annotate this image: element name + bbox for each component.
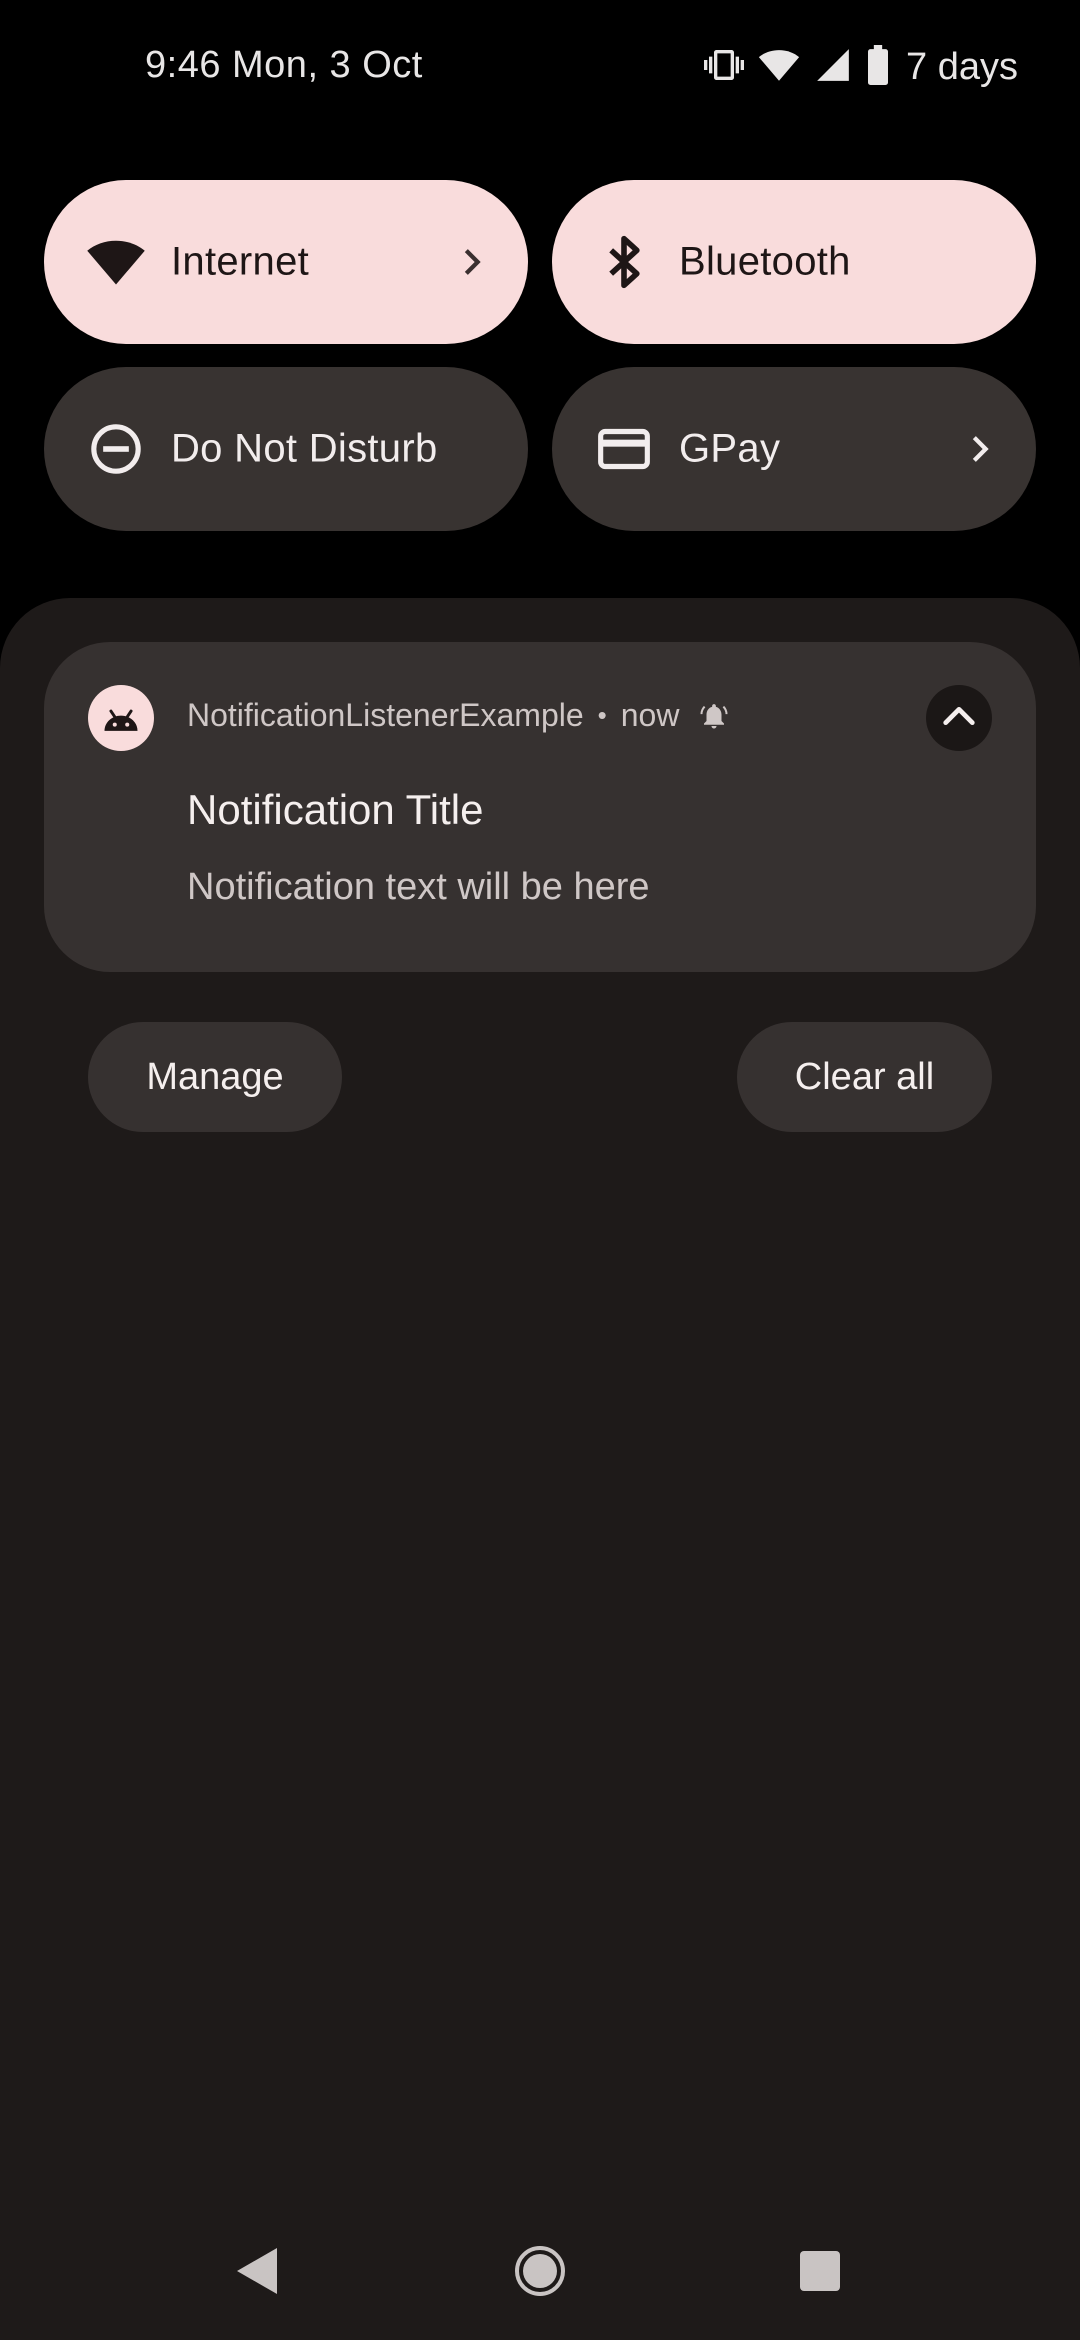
- clear-all-button[interactable]: Clear all: [737, 1022, 992, 1132]
- recents-icon: [798, 2249, 842, 2298]
- navigation-bar: [0, 2230, 1080, 2316]
- manage-button[interactable]: Manage: [88, 1022, 342, 1132]
- home-icon: [514, 2245, 566, 2302]
- battery-icon: [866, 44, 890, 90]
- tile-bluetooth-label: Bluetooth: [679, 239, 851, 284]
- status-bar: 9:46 Mon, 3 Oct 7 days: [0, 30, 1080, 104]
- back-button[interactable]: [212, 2230, 302, 2316]
- wifi-icon: [84, 230, 148, 294]
- status-icons: 7 days: [704, 40, 1018, 94]
- wifi-icon: [758, 44, 800, 91]
- bluetooth-icon: [592, 230, 656, 294]
- notification-title: Notification Title: [187, 786, 484, 833]
- bell-icon: [699, 701, 729, 731]
- tile-gpay-label: GPay: [679, 426, 781, 471]
- notification-header: NotificationListenerExample • now: [187, 697, 729, 734]
- chevron-right-icon: [960, 429, 1000, 469]
- expand-notification-button[interactable]: [926, 685, 992, 751]
- home-button[interactable]: [495, 2230, 585, 2316]
- chevron-right-icon: [452, 242, 492, 282]
- recents-button[interactable]: [775, 2230, 865, 2316]
- tile-do-not-disturb[interactable]: Do Not Disturb: [44, 367, 528, 531]
- back-icon: [235, 2246, 279, 2301]
- header-separator: •: [597, 700, 607, 730]
- do-not-disturb-icon: [84, 417, 148, 481]
- notification-shade-screen: 9:46 Mon, 3 Oct 7 days Internet Bluetoot…: [0, 0, 1080, 2340]
- tile-gpay[interactable]: GPay: [552, 367, 1036, 531]
- battery-remaining-text: 7 days: [906, 45, 1018, 88]
- credit-card-icon: [592, 417, 656, 481]
- vibrate-icon: [704, 45, 745, 90]
- tile-bluetooth[interactable]: Bluetooth: [552, 180, 1036, 344]
- cell-signal-icon: [814, 46, 852, 89]
- notification-time: now: [620, 697, 680, 733]
- chevron-up-icon: [939, 696, 979, 741]
- tile-internet-label: Internet: [171, 239, 310, 284]
- notification-text: Notification text will be here: [187, 866, 650, 908]
- tile-internet[interactable]: Internet: [44, 180, 528, 344]
- status-time-date: 9:46 Mon, 3 Oct: [145, 44, 423, 86]
- tile-dnd-label: Do Not Disturb: [171, 426, 438, 471]
- notification-app-name: NotificationListenerExample: [187, 697, 584, 733]
- android-icon: [88, 685, 154, 751]
